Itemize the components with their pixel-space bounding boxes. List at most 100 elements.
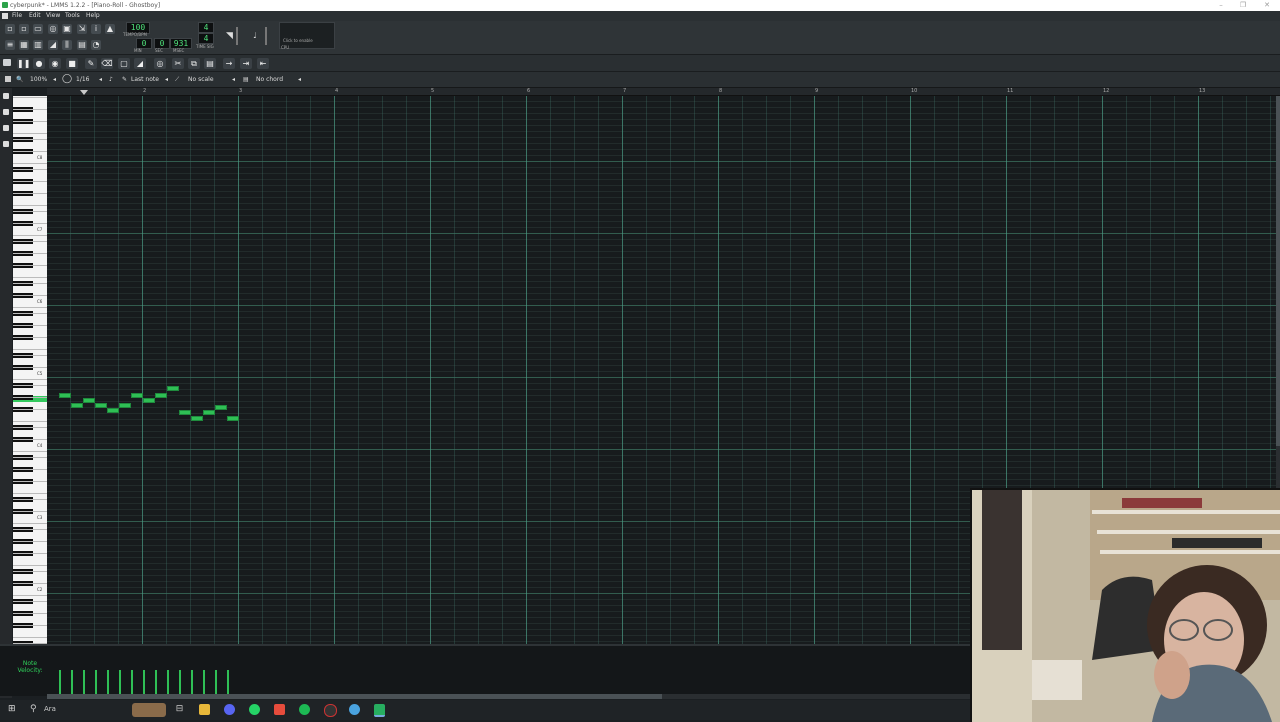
quantize-button[interactable]: ◎ xyxy=(154,58,166,69)
velocity-bar[interactable] xyxy=(107,670,109,694)
velocity-bar[interactable] xyxy=(203,670,205,694)
stop-button[interactable]: ■ xyxy=(66,58,78,69)
new-from-template-icon[interactable]: ▫ xyxy=(19,24,29,34)
select-mode-button[interactable]: ▢ xyxy=(118,58,130,69)
spotify-icon[interactable] xyxy=(299,704,310,715)
velocity-bar[interactable] xyxy=(71,670,73,694)
quantize-arrow-icon[interactable]: ◂ xyxy=(99,72,102,87)
chrome-icon[interactable] xyxy=(349,704,360,715)
recording-app-icon[interactable] xyxy=(324,704,337,717)
horizontal-scroll-thumb[interactable] xyxy=(47,694,662,699)
note[interactable] xyxy=(203,410,215,415)
chord-select[interactable]: No chord xyxy=(256,72,283,87)
velocity-bar[interactable] xyxy=(155,670,157,694)
timeline-autoscroll-button[interactable]: → xyxy=(223,58,235,69)
note[interactable] xyxy=(167,386,179,391)
loop-points-button[interactable]: ⇥ xyxy=(240,58,252,69)
copy-button[interactable]: ⧉ xyxy=(188,58,200,69)
velocity-bar[interactable] xyxy=(191,670,193,694)
timeline[interactable]: 2 3 4 5 6 7 8 9 10 11 12 13 xyxy=(47,88,1280,96)
scale-select[interactable]: No scale xyxy=(188,72,214,87)
taskbar-search-text[interactable]: Ara xyxy=(44,704,56,715)
vertical-scroll-thumb[interactable] xyxy=(1276,96,1280,446)
note-length-arrow-icon[interactable]: ◂ xyxy=(165,72,168,87)
cpu-graph[interactable]: Click to enable CPU xyxy=(279,22,335,50)
what-this-icon[interactable]: i xyxy=(91,24,101,34)
velocity-bar[interactable] xyxy=(179,670,181,694)
my-samples-icon[interactable] xyxy=(3,125,9,131)
project-notes-icon[interactable]: ▤ xyxy=(77,40,87,50)
note[interactable] xyxy=(215,405,227,410)
chord-arrow-icon[interactable]: ◂ xyxy=(298,72,301,87)
new-project-icon[interactable]: ▫ xyxy=(5,24,15,34)
close-icon[interactable]: ✕ xyxy=(1258,0,1276,11)
note[interactable] xyxy=(131,393,143,398)
zoom-arrow-icon[interactable]: ◂ xyxy=(53,72,56,87)
note[interactable] xyxy=(83,398,95,403)
cut-button[interactable]: ✂ xyxy=(172,58,184,69)
velocity-bar[interactable] xyxy=(59,670,61,694)
note[interactable] xyxy=(155,393,167,398)
minimize-icon[interactable]: – xyxy=(1212,0,1230,11)
piano-keyboard[interactable]: C8 C7 C6 C5 C4 C3 C2 xyxy=(13,96,47,644)
task-view-icon[interactable]: ⊟ xyxy=(174,704,185,715)
metronome-icon[interactable]: ▲ xyxy=(105,24,115,34)
open-project-icon[interactable]: ▭ xyxy=(33,24,43,34)
note[interactable] xyxy=(59,393,71,398)
app-menu-icon[interactable] xyxy=(2,13,8,19)
erase-mode-button[interactable]: ⌫ xyxy=(101,58,113,69)
note[interactable] xyxy=(119,403,131,408)
play-button[interactable]: ❚❚ xyxy=(17,58,30,69)
lmms-taskbar-icon[interactable] xyxy=(374,704,385,717)
beat-bassline-icon[interactable]: ▦ xyxy=(19,40,29,50)
note[interactable] xyxy=(191,416,203,421)
master-volume-icon[interactable]: ◥ xyxy=(226,31,234,41)
menu-file[interactable]: File xyxy=(12,11,22,21)
controller-rack-icon[interactable]: ◔ xyxy=(91,40,101,50)
export-icon[interactable]: ⇲ xyxy=(77,24,87,34)
note[interactable] xyxy=(227,416,239,421)
app-red-icon[interactable] xyxy=(274,704,285,715)
menu-view[interactable]: View xyxy=(46,11,60,21)
note-length-select[interactable]: Last note xyxy=(131,72,159,87)
velocity-bar[interactable] xyxy=(131,670,133,694)
save-project-icon[interactable]: ▣ xyxy=(62,24,72,34)
scale-arrow-icon[interactable]: ◂ xyxy=(232,72,235,87)
search-icon[interactable]: ⚲ xyxy=(30,704,37,715)
whatsapp-icon[interactable] xyxy=(249,704,260,715)
velocity-bar[interactable] xyxy=(83,670,85,694)
note[interactable] xyxy=(143,398,155,403)
maximize-icon[interactable]: ❐ xyxy=(1234,0,1252,11)
master-pitch-icon[interactable]: ♩ xyxy=(253,31,259,41)
playhead-marker[interactable] xyxy=(80,90,88,95)
discord-icon[interactable] xyxy=(224,704,235,715)
draw-mode-button[interactable]: ✎ xyxy=(85,58,97,69)
quantize-select[interactable]: 1/16 xyxy=(76,72,89,87)
note[interactable] xyxy=(179,410,191,415)
note[interactable] xyxy=(71,403,83,408)
pitch-bend-mode-button[interactable]: ◢ xyxy=(134,58,146,69)
file-explorer-icon[interactable] xyxy=(199,704,210,715)
instrument-plugins-icon[interactable] xyxy=(3,93,9,99)
velocity-bar[interactable] xyxy=(215,670,217,694)
velocity-bar[interactable] xyxy=(119,670,121,694)
windows-start-icon[interactable]: ⊞ xyxy=(8,705,17,714)
automation-editor-icon[interactable]: ◢ xyxy=(48,40,58,50)
timesig-denominator[interactable]: 4 xyxy=(198,33,214,44)
note[interactable] xyxy=(107,408,119,413)
piano-roll-icon[interactable]: ▥ xyxy=(33,40,43,50)
note[interactable] xyxy=(95,403,107,408)
menu-help[interactable]: Help xyxy=(86,11,100,21)
master-volume-slider[interactable] xyxy=(236,27,238,45)
velocity-bar[interactable] xyxy=(95,670,97,694)
master-pitch-slider[interactable] xyxy=(265,27,267,45)
fx-mixer-icon[interactable]: ⫼ xyxy=(62,40,72,50)
velocity-bar[interactable] xyxy=(143,670,145,694)
menu-edit[interactable]: Edit xyxy=(29,11,41,21)
menu-tools[interactable]: Tools xyxy=(65,11,80,21)
song-editor-icon[interactable]: ≡ xyxy=(5,40,15,50)
my-computer-icon[interactable] xyxy=(3,141,9,147)
record-while-playing-button[interactable]: ◉ xyxy=(49,58,61,69)
paste-button[interactable]: ▤ xyxy=(204,58,216,69)
timesig-numerator[interactable]: 4 xyxy=(198,22,214,33)
